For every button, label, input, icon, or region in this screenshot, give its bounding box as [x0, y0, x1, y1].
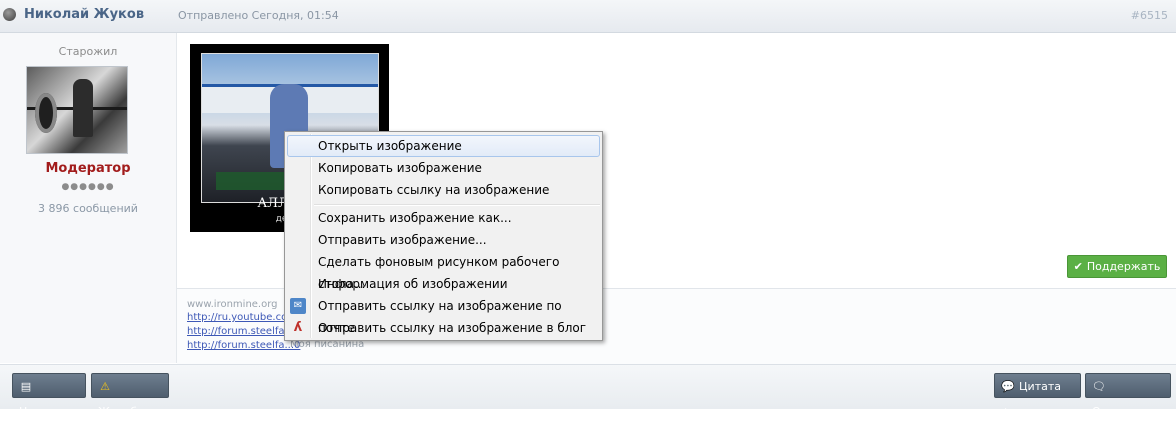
image-context-menu: Открыть изображение Копировать изображен… — [284, 131, 603, 341]
author-name[interactable]: Николай Жуков — [24, 7, 144, 22]
menu-item-open-image[interactable]: Открыть изображение — [287, 135, 600, 157]
avatar-person — [73, 79, 93, 137]
menu-separator — [314, 204, 600, 206]
message-count: 3 896 сообщений — [38, 202, 138, 215]
reply-button[interactable]: 🗨 Ответить — [1085, 373, 1171, 418]
menu-item-copy-image-link[interactable]: Копировать ссылку на изображение — [287, 179, 600, 201]
top-button-label: Наверх — [19, 405, 61, 418]
support-label: Поддержать — [1086, 260, 1161, 273]
user-rank: Старожил — [58, 45, 118, 58]
rating-dots: ●●●●●● — [61, 182, 115, 192]
reply-bubble-icon: 🗨 — [1092, 380, 1106, 393]
menu-item-copy-image[interactable]: Копировать изображение — [287, 157, 600, 179]
warning-icon: ⚠ — [100, 380, 110, 393]
blog-icon: ʎ — [293, 320, 303, 335]
quote-bubble-icon: 💬 — [1001, 380, 1015, 393]
menu-item-email-link[interactable]: ✉ Отправить ссылку на изображение по почт… — [287, 295, 600, 335]
menu-item-save-image[interactable]: Сохранить изображение как... — [287, 207, 600, 229]
quote-button[interactable]: 💬 Цитата + — [994, 373, 1081, 418]
support-button[interactable]: ✔ Поддержать — [1067, 255, 1167, 278]
menu-item-send-image[interactable]: Отправить изображение... — [287, 229, 600, 251]
post-timestamp: Отправлено Сегодня, 01:54 — [178, 9, 339, 22]
top-button[interactable]: ▤ Наверх — [12, 373, 86, 418]
menu-item-set-wallpaper[interactable]: Сделать фоновым рисунком рабочего стола.… — [287, 251, 600, 291]
user-info-pane: Старожил Модератор ●●●●●● 3 896 сообщени… — [0, 33, 177, 363]
signature-link-youtube[interactable]: http://ru.youtube.co — [187, 312, 287, 323]
post-header: Николай Жуков Отправлено Сегодня, 01:54 … — [0, 0, 1176, 33]
post-footer: ▤ Наверх ⚠ Жалоба 💬 Цитата + 🗨 Ответить — [0, 364, 1176, 418]
checkmark-icon: ✔ — [1073, 260, 1083, 273]
signature-site: www.ironmine.org — [187, 299, 278, 310]
menu-item-image-info[interactable]: Информация об изображении — [287, 273, 600, 295]
complaint-button[interactable]: ⚠ Жалоба — [91, 373, 169, 418]
user-role: Модератор — [45, 161, 131, 176]
document-icon: ▤ — [20, 380, 32, 393]
menu-item-blog-link-label: Отправить ссылку на изображение в блог — [318, 321, 587, 335]
post-number-link[interactable]: #6515 — [1131, 9, 1168, 22]
avatar[interactable] — [26, 66, 128, 154]
signature-link-forum-1[interactable]: http://forum.steelfa... — [187, 326, 294, 337]
menu-item-blog-link[interactable]: ʎ Отправить ссылку на изображение в блог — [287, 317, 600, 339]
mail-icon: ✉ — [290, 298, 306, 314]
avatar-weight-plate — [35, 93, 57, 133]
complaint-button-label: Жалоба — [98, 405, 144, 418]
status-dot-icon — [3, 8, 16, 21]
signature-link-forum-2[interactable]: http://forum.steelfa...0 — [187, 340, 300, 351]
reply-button-label: Ответить — [1092, 405, 1147, 418]
